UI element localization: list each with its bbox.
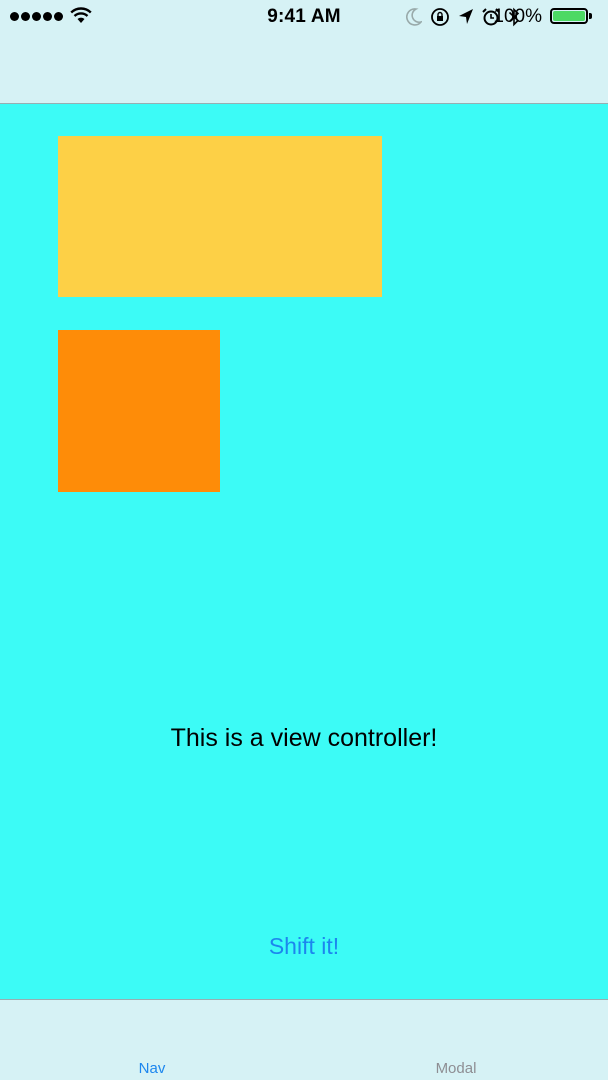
location-icon [459,9,473,24]
battery-tip [589,13,592,19]
moon-icon [406,8,422,26]
shift-it-button[interactable]: Shift it! [204,926,404,966]
tab-modal-label: Modal [435,1060,477,1077]
tab-nav-label: Nav [138,1060,166,1077]
tab-bar: Nav Modal [0,999,608,1080]
orientation-lock-icon [431,8,449,26]
tab-modal[interactable]: Modal [304,1000,608,1080]
tab-nav[interactable]: Nav [0,1000,304,1080]
battery-icon [550,8,588,24]
battery-level [553,11,585,21]
yellow-box-view [58,136,382,297]
orange-box-view [58,330,220,492]
status-bar: 9:41 AM 100% [0,0,608,34]
battery-percentage: 100% [493,6,542,27]
view-controller-label: This is a view controller! [170,724,438,752]
navigation-bar: 9:41 AM 100% [0,0,608,104]
